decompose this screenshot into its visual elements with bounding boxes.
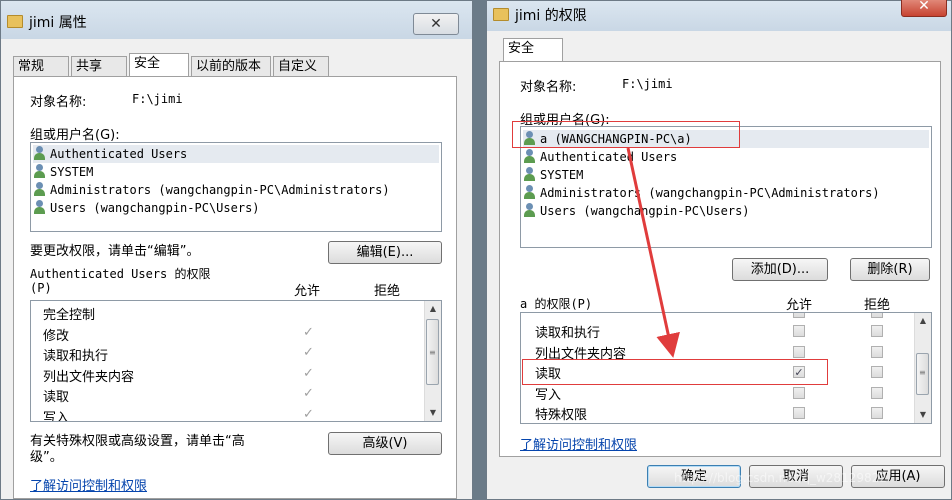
tab-security[interactable]: 安全	[503, 38, 563, 61]
watermark: https://blog.csdn.net/q_w28129822	[674, 471, 887, 485]
tab-security[interactable]: 安全	[129, 53, 189, 76]
